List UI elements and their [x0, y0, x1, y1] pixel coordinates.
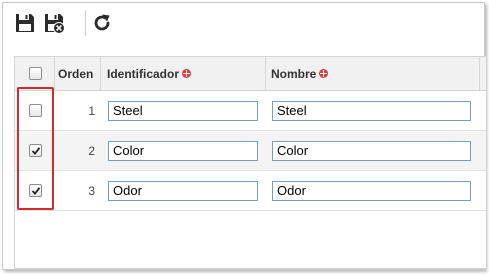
column-divider [54, 57, 55, 90]
row-order: 2 [88, 144, 95, 158]
column-header-order[interactable]: Orden [58, 57, 93, 91]
toolbar [3, 3, 484, 43]
table-row: 1 Steel Steel [15, 91, 486, 131]
refresh-button[interactable] [91, 12, 113, 34]
column-header-name-label: Nombre [271, 67, 317, 81]
identifier-input[interactable]: Color [108, 141, 258, 161]
column-header-identifier[interactable]: Identificador [107, 57, 192, 91]
save-and-close-button[interactable] [43, 12, 65, 34]
toolbar-separator [85, 10, 86, 36]
column-header-name[interactable]: Nombre [271, 57, 329, 91]
save-button[interactable] [14, 12, 36, 34]
name-input[interactable]: Steel [272, 101, 471, 121]
floppy-disk-close-icon [45, 14, 65, 34]
checkbox-highlight-annotation [17, 87, 54, 210]
required-icon [319, 69, 329, 79]
name-input[interactable]: Odor [272, 181, 471, 201]
identifier-input[interactable]: Steel [108, 101, 258, 121]
column-divider [100, 57, 101, 90]
refresh-icon [94, 14, 110, 31]
column-divider [479, 57, 480, 90]
attributes-grid: Orden Identificador Nombre 1 Steel Steel… [14, 56, 486, 269]
row-order: 3 [88, 184, 95, 198]
column-header-identifier-label: Identificador [107, 67, 180, 81]
required-icon [182, 69, 192, 79]
editor-window: Orden Identificador Nombre 1 Steel Steel… [2, 2, 486, 270]
table-row: 2 Color Color [15, 131, 486, 171]
select-all-checkbox[interactable] [29, 67, 42, 80]
table-row: 3 Odor Odor [15, 171, 486, 211]
grid-header: Orden Identificador Nombre [15, 57, 486, 91]
floppy-disk-icon [16, 14, 34, 32]
identifier-input[interactable]: Odor [108, 181, 258, 201]
name-input[interactable]: Color [272, 141, 471, 161]
column-divider [265, 57, 266, 90]
row-order: 1 [88, 104, 95, 118]
